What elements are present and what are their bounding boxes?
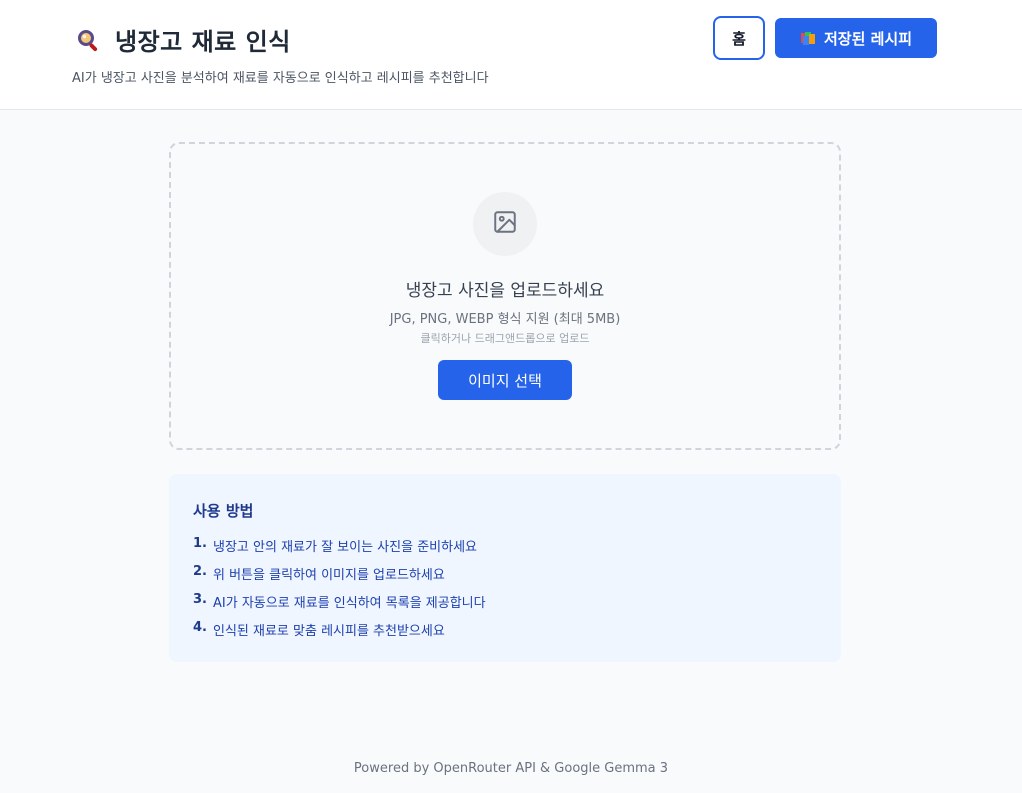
step-number: 4. [193, 620, 207, 635]
list-item: 4. 인식된 재료로 맞춤 레시피를 추천받으세요 [193, 620, 486, 648]
step-text: AI가 자동으로 재료를 인식하여 목록을 제공합니다 [213, 596, 486, 611]
upload-dropzone[interactable]: 냉장고 사진을 업로드하세요 JPG, PNG, WEBP 형식 지원 (최대 … [169, 142, 841, 450]
list-item: 2. 위 버튼을 클릭하여 이미지를 업로드하세요 [193, 564, 486, 592]
page-title: 냉장고 재료 인식 [115, 28, 291, 56]
footer-credit: Powered by OpenRouter API & Google Gemma… [353, 761, 669, 776]
step-text: 냉장고 안의 재료가 잘 보이는 사진을 준비하세요 [213, 540, 477, 555]
magnifier-icon [74, 26, 102, 54]
how-to-panel: 사용 방법 1. 냉장고 안의 재료가 잘 보이는 사진을 준비하세요 2. 위… [169, 474, 841, 662]
step-number: 1. [193, 536, 207, 551]
home-button[interactable]: 홈 [713, 16, 765, 60]
step-text: 위 버튼을 클릭하여 이미지를 업로드하세요 [213, 568, 445, 583]
upload-hint: 클릭하거나 드래그앤드롭으로 업로드 [420, 332, 590, 345]
app-header: 냉장고 재료 인식 AI가 냉장고 사진을 분석하여 재료를 자동으로 인식하고… [0, 0, 1022, 110]
select-image-button[interactable]: 이미지 선택 [438, 360, 572, 400]
image-icon [492, 209, 518, 239]
step-text: 인식된 재료로 맞춤 레시피를 추천받으세요 [213, 624, 445, 639]
how-to-title: 사용 방법 [193, 502, 254, 520]
list-item: 3. AI가 자동으로 재료를 인식하여 목록을 제공합니다 [193, 592, 486, 620]
saved-recipes-button[interactable]: 저장된 레시피 [775, 18, 937, 58]
upload-heading: 냉장고 사진을 업로드하세요 [405, 281, 605, 301]
books-icon [800, 30, 816, 46]
upload-formats: JPG, PNG, WEBP 형식 지원 (최대 5MB) [389, 312, 621, 327]
step-number: 3. [193, 592, 207, 607]
how-to-steps: 1. 냉장고 안의 재료가 잘 보이는 사진을 준비하세요 2. 위 버튼을 클… [193, 536, 486, 648]
upload-icon-container [473, 192, 537, 256]
step-number: 2. [193, 564, 207, 579]
page-subtitle: AI가 냉장고 사진을 분석하여 재료를 자동으로 인식하고 레시피를 추천합니… [72, 71, 489, 86]
list-item: 1. 냉장고 안의 재료가 잘 보이는 사진을 준비하세요 [193, 536, 486, 564]
saved-recipes-label: 저장된 레시피 [823, 29, 913, 48]
